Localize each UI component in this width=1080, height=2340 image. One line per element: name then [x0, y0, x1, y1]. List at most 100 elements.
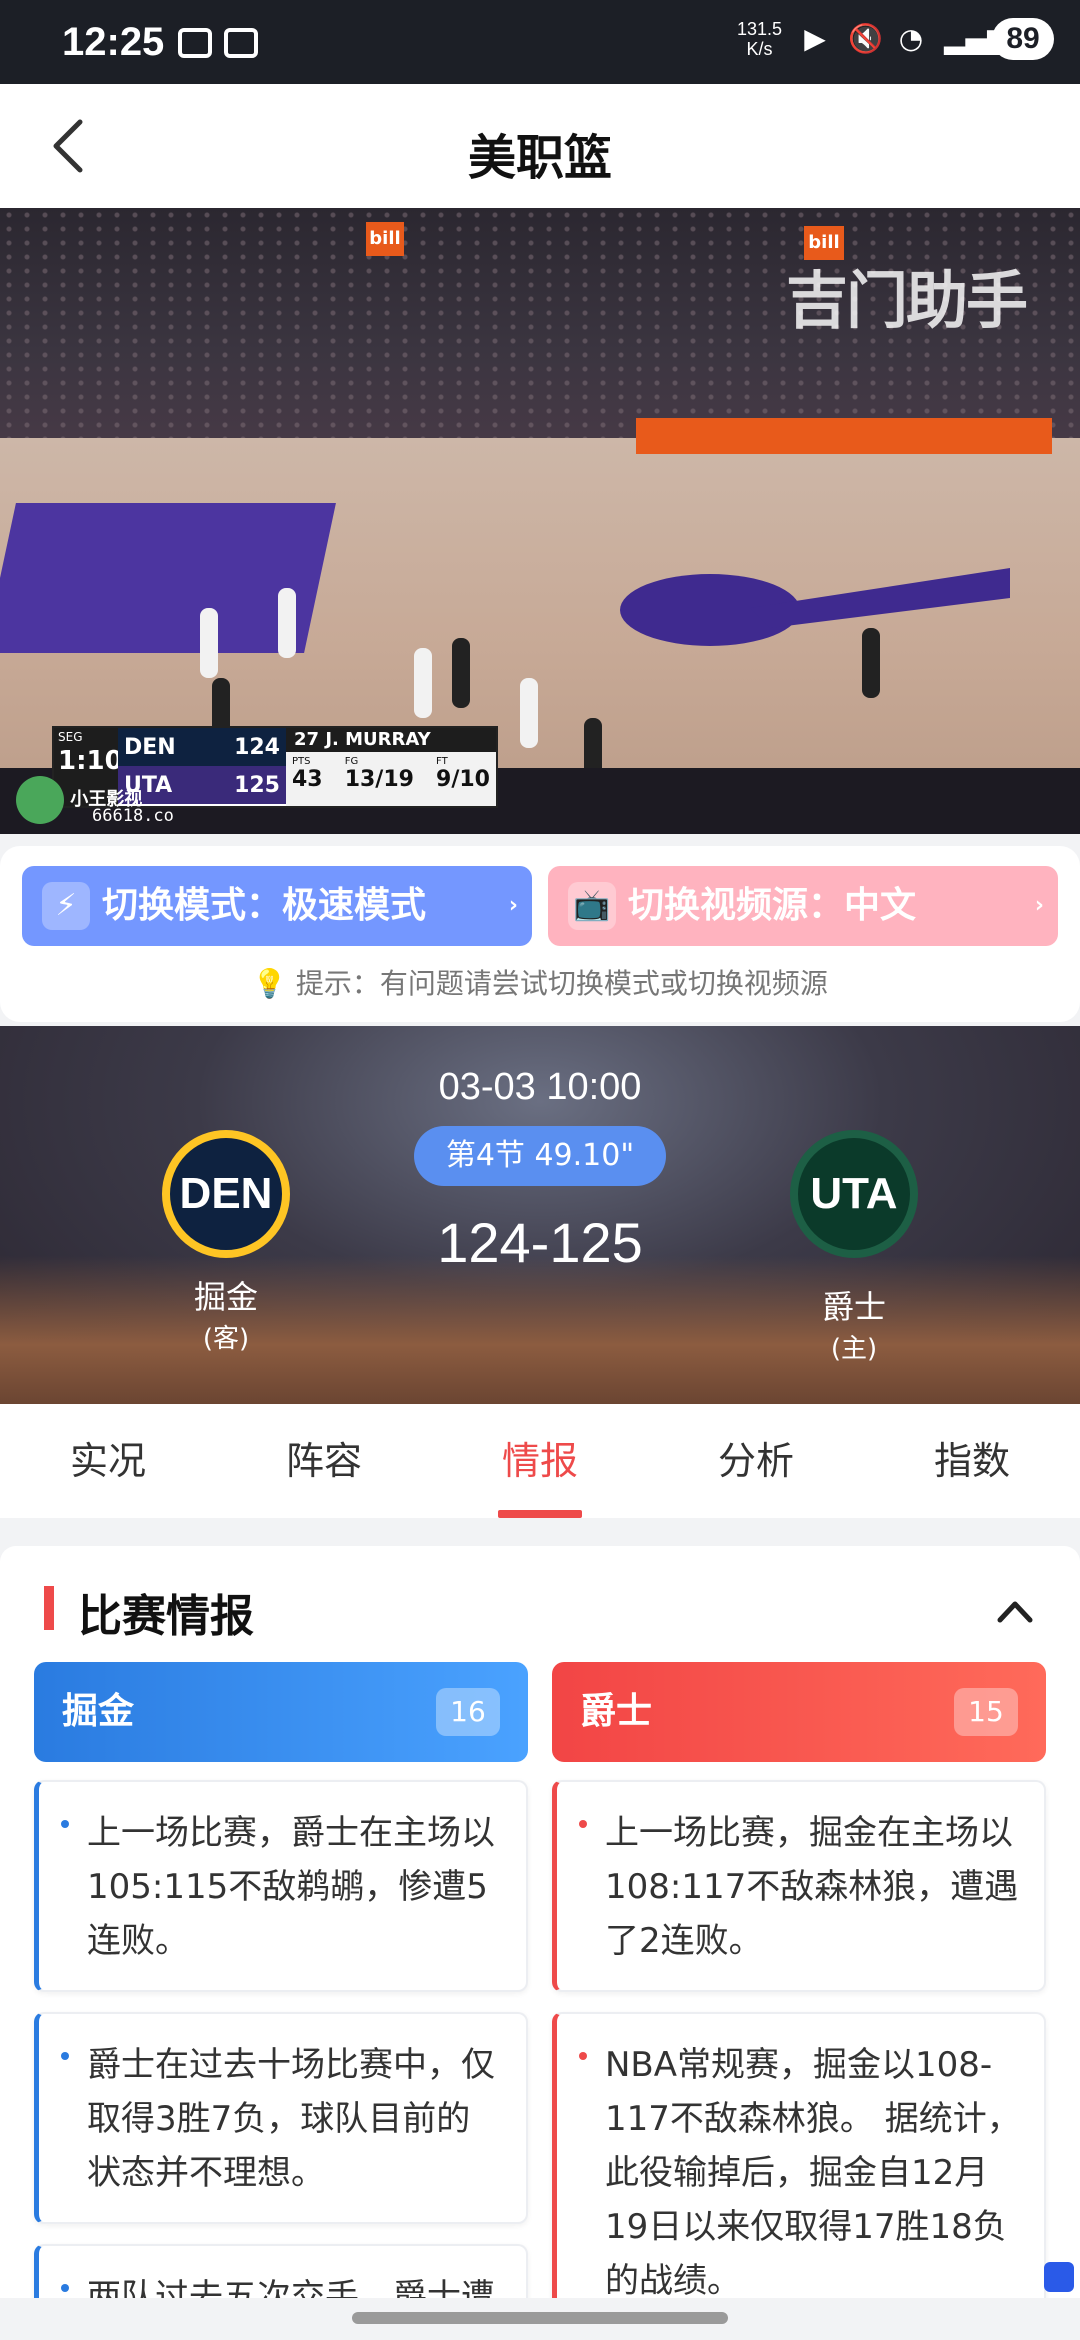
scorebug-team: DEN — [124, 734, 176, 760]
stat-grid: PTS 43 FG 13/19 FT 9/10 — [292, 756, 490, 792]
gesture-bar — [0, 2298, 1080, 2340]
intel-item-text: 爵士在过去十场比赛中，仅取得3胜7负，球队目前的状态并不理想。 — [87, 2045, 495, 2193]
stat-value: 9/10 — [436, 767, 490, 792]
switch-mode-label: 切换模式：极速模式 — [102, 885, 427, 926]
player-figure — [200, 608, 218, 678]
away-team-role: (客) — [202, 1324, 250, 1354]
player-figure — [414, 648, 432, 718]
network-speed-unit: K/s — [746, 39, 773, 59]
hint-label: 提示：有问题请尝试切换模式或切换视频源 — [295, 967, 828, 1000]
ad-logo: bill — [366, 222, 404, 256]
away-team-label: 掘金 — [193, 1278, 258, 1316]
match-datetime: 03-03 10:00 — [438, 1066, 642, 1108]
scorebug-player: 27 J. MURRAY — [286, 728, 496, 752]
tv-icon: 📺 — [568, 882, 616, 930]
top-app-bar: 美职篮 — [0, 84, 1080, 208]
match-score: 124-125 — [437, 1211, 643, 1274]
home-intel-header[interactable]: 爵士 15 — [552, 1662, 1046, 1762]
away-intel-header[interactable]: 掘金 16 — [34, 1662, 528, 1762]
stat-cell: FG 13/19 — [345, 756, 414, 792]
player-name: J. MURRAY — [325, 729, 431, 750]
scorebug-segment: SEG — [58, 730, 83, 744]
player-figure — [278, 588, 296, 658]
switch-source-label: 切换视频源：中文 — [628, 885, 917, 926]
match-scoreboard: DEN 掘金 (客) 03-03 10:00 第4节 49.10" 124-12… — [0, 1026, 1080, 1404]
bullet-icon — [579, 2052, 587, 2060]
home-intel-team: 爵士 — [580, 1691, 653, 1732]
stat-label: FT — [436, 756, 448, 767]
scorebug-time: 1:10 — [58, 746, 123, 776]
scorebug-team-row: DEN 124 — [118, 728, 286, 766]
stat-label: PTS — [292, 756, 311, 767]
video-player[interactable]: bill bill 吉门助手 SEG 1:10 DEN 124 UTA 125 … — [0, 208, 1080, 834]
home-intel-list: 上一场比赛，掘金在主场以108:117不敌森林狼，遭遇了2连败。 NBA常规赛，… — [552, 1780, 1046, 2310]
tab-intel[interactable]: 情报 — [432, 1404, 648, 1518]
screenshot-icon-2 — [224, 28, 258, 58]
intel-item: NBA常规赛，掘金以108-117不敌森林狼。 据统计，此役输掉后，掘金自12月… — [552, 2012, 1046, 2310]
lightbulb-icon: 💡 — [252, 967, 287, 1000]
ad-board — [636, 418, 1052, 454]
intel-item-text: 上一场比赛，爵士在主场以105:115不敌鹈鹕，惨遭5连败。 — [87, 1813, 495, 1961]
bullet-icon — [61, 2052, 69, 2060]
bullet-icon — [61, 2284, 69, 2292]
scorebug-player-stats: 27 J. MURRAY PTS 43 FG 13/19 FT 9/10 — [286, 728, 496, 806]
scorebug-score: 125 — [234, 772, 280, 798]
home-team-name: 爵士 (主) — [774, 1282, 934, 1365]
tab-live[interactable]: 实况 — [0, 1404, 216, 1518]
home-team-logo[interactable]: UTA — [790, 1130, 918, 1258]
screenshot-icon — [178, 28, 212, 58]
player-number: 27 — [294, 729, 320, 750]
player-figure — [452, 638, 470, 708]
stat-label: FG — [344, 756, 359, 767]
lightning-icon: ⚡ — [42, 882, 90, 930]
clock: 12:25 — [62, 20, 165, 64]
network-speed-value: 131.5 — [736, 19, 782, 39]
section-title: 比赛情报 — [44, 1580, 254, 1644]
bullet-icon — [61, 1820, 69, 1828]
switch-source-button[interactable]: 📺 切换视频源：中文 › — [548, 866, 1058, 946]
home-team-role: (主) — [830, 1334, 878, 1364]
tab-bar: 实况 阵容 情报 分析 指数 — [0, 1404, 1080, 1518]
scorebug-teams: DEN 124 UTA 125 — [118, 728, 286, 806]
match-period-badge: 第4节 49.10" — [414, 1126, 666, 1186]
away-intel-team: 掘金 — [62, 1691, 135, 1732]
intel-item: 爵士在过去十场比赛中，仅取得3胜7负，球队目前的状态并不理想。 — [34, 2012, 528, 2224]
stat-cell: FT 9/10 — [436, 756, 490, 792]
network-speed: 131.5 K/s — [737, 19, 782, 59]
switch-mode-button[interactable]: ⚡ 切换模式：极速模式 › — [22, 866, 532, 946]
page-title: 美职篮 — [467, 130, 612, 186]
stat-value: 43 — [292, 767, 323, 792]
battery-indicator: 89 — [992, 18, 1054, 60]
status-right: 131.5 K/s ▶ 🔇 ◔ ▂▄▆ 89 — [737, 18, 1054, 60]
intel-item: 上一场比赛，爵士在主场以105:115不敌鹈鹕，惨遭5连败。 — [34, 1780, 528, 1992]
tab-odds[interactable]: 指数 — [864, 1404, 1080, 1518]
mute-icon: 🔇 — [848, 22, 883, 55]
player-figure — [520, 678, 538, 748]
tab-analysis[interactable]: 分析 — [648, 1404, 864, 1518]
away-intel-count: 16 — [436, 1688, 500, 1736]
brand-logo-icon — [16, 776, 64, 824]
away-intel-list: 上一场比赛，爵士在主场以105:115不敌鹈鹕，惨遭5连败。 爵士在过去十场比赛… — [34, 1780, 528, 2310]
floating-action-icon[interactable] — [1044, 2262, 1074, 2292]
tab-lineup[interactable]: 阵容 — [216, 1404, 432, 1518]
stat-value: 13/19 — [344, 767, 414, 792]
notification-icons — [178, 28, 258, 58]
brand-url: 66618.co — [92, 806, 174, 826]
court-logo — [620, 568, 1010, 646]
scorebug-team-row: UTA 125 — [118, 766, 286, 804]
hint-text: 💡 提示：有问题请尝试切换模式或切换视频源 — [0, 962, 1080, 1002]
player-figure — [862, 628, 880, 698]
home-indicator[interactable] — [352, 2312, 728, 2324]
chevron-up-icon[interactable] — [996, 1592, 1034, 1630]
video-watermark: 吉门助手 — [786, 264, 1028, 337]
switch-card: ⚡ 切换模式：极速模式 › 📺 切换视频源：中文 › 💡 提示：有问题请尝试切换… — [0, 846, 1080, 1022]
away-team-name: 掘金 (客) — [146, 1272, 306, 1355]
wifi-icon: ◔ — [898, 22, 924, 55]
status-bar: 12:25 131.5 K/s ▶ 🔇 ◔ ▂▄▆ 89 — [0, 0, 1080, 84]
chevron-right-icon: › — [1034, 893, 1044, 918]
media-icon: ▶ — [804, 22, 826, 55]
intel-panel: 比赛情报 掘金 16 爵士 15 上一场比赛，爵士在主场以105:115不敌鹈鹕… — [0, 1546, 1080, 2310]
home-intel-count: 15 — [954, 1688, 1018, 1736]
home-team-label: 爵士 — [821, 1288, 886, 1326]
intel-item-text: 上一场比赛，掘金在主场以108:117不敌森林狼，遭遇了2连败。 — [605, 1813, 1019, 1961]
